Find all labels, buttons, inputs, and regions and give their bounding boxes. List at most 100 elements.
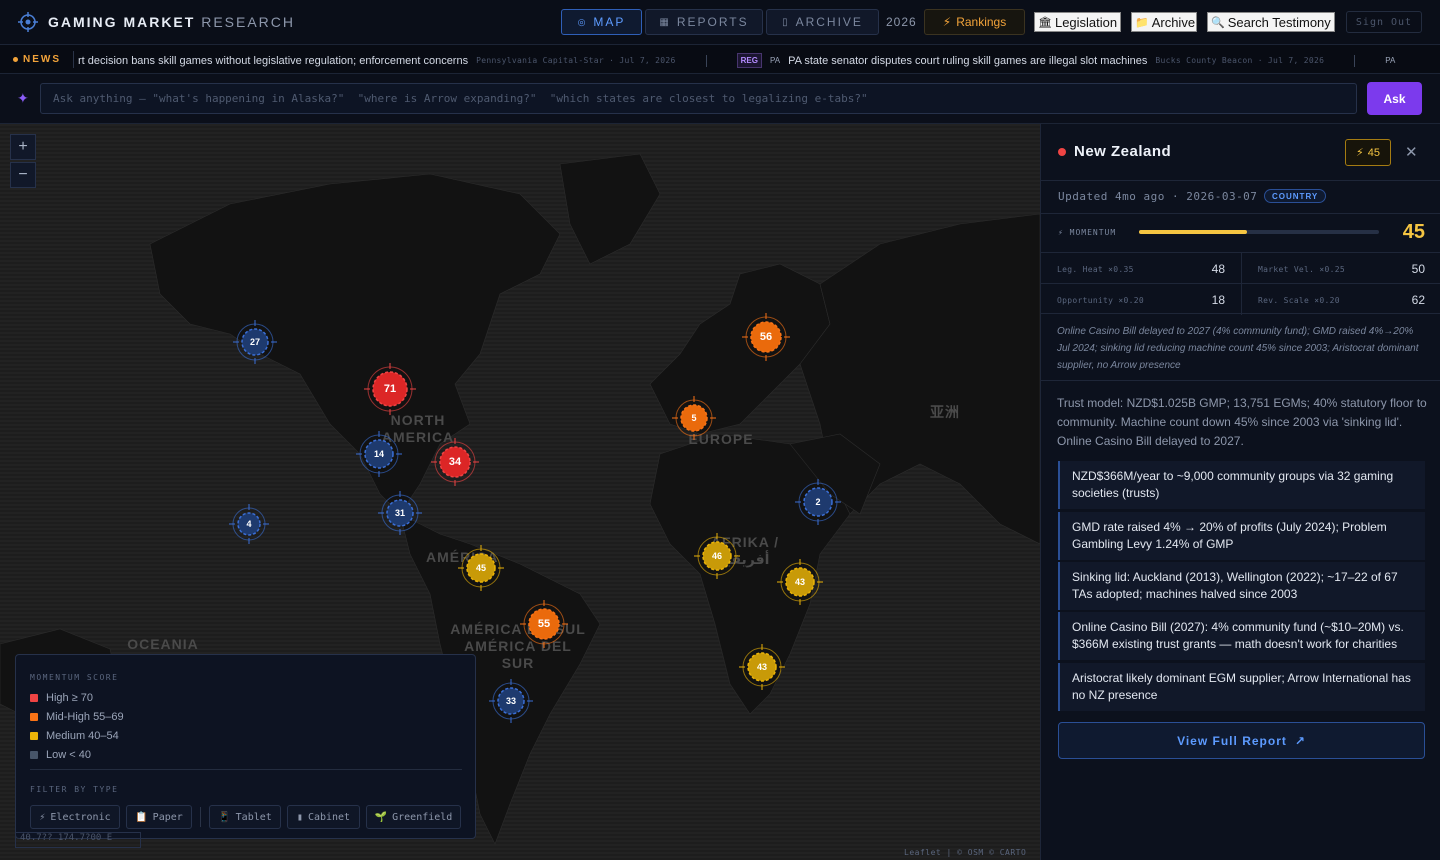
marker-score: 27 <box>249 337 260 347</box>
filter-greenfield-button[interactable]: 🌱 Greenfield <box>366 805 461 829</box>
report-label: View Full Report <box>1177 733 1287 748</box>
updated-timestamp: Updated 4mo ago · 2026-03-07 <box>1058 190 1258 203</box>
legend-label: High ≥ 70 <box>46 692 94 704</box>
legend-label: Low < 40 <box>46 749 91 761</box>
filter-cabinet-button[interactable]: ▮ Cabinet <box>287 805 360 829</box>
nav-map-button[interactable]: ◎ MAP <box>561 9 642 35</box>
map-marker-low[interactable]: 4 <box>229 504 269 544</box>
sparkle-icon: ✦ <box>17 90 29 106</box>
map-marker-midhigh[interactable]: 55 <box>520 600 568 648</box>
legend-item-low: Low < 40 <box>30 749 91 761</box>
divider <box>1041 213 1440 214</box>
map-attribution[interactable]: Leaflet | © OSM © CARTO <box>904 848 1026 857</box>
filter-tablet-button[interactable]: 📱 Tablet <box>209 805 281 829</box>
clipboard-icon: 📋 <box>135 811 148 823</box>
marker-score: 71 <box>383 383 397 395</box>
marker-score: 31 <box>394 508 405 518</box>
region-label-asia: 亚洲 <box>930 404 960 420</box>
marker-score: 4 <box>246 519 252 529</box>
metric-value: 62 <box>1411 293 1425 307</box>
map-marker-low[interactable]: 31 <box>378 491 422 535</box>
lightning-icon: ⚡ <box>1356 147 1364 159</box>
fact-item: Online Casino Bill (2027): 4% community … <box>1058 612 1425 660</box>
metric-label: Leg. Heat ×0.35 <box>1057 265 1134 274</box>
marker-score: 5 <box>691 413 697 423</box>
view-full-report-button[interactable]: View Full Report ↗ <box>1058 722 1425 759</box>
legislation-button[interactable]: 🏛 Legislation <box>1034 12 1121 32</box>
map-marker-low[interactable]: 2 <box>795 479 841 525</box>
filter-label: Greenfield <box>392 811 453 823</box>
filter-electronic-button[interactable]: ⚡ Electronic <box>30 805 120 829</box>
map-marker-low[interactable]: 33 <box>489 679 533 723</box>
news-source: Bucks County Beacon · Jul 7, 2026 <box>1155 56 1325 65</box>
filter-label: Paper <box>152 811 183 823</box>
zoom-in-button[interactable]: + <box>10 134 36 160</box>
metric-opportunity: Opportunity ×0.20 18 <box>1041 284 1241 315</box>
sign-out-button[interactable]: Sign Out <box>1346 11 1422 33</box>
map-marker-low[interactable]: 27 <box>233 320 277 364</box>
map-marker-medium[interactable]: 43 <box>777 559 823 605</box>
search-testimony-button[interactable]: 🔍 Search Testimony <box>1207 12 1335 32</box>
bank-icon: 🏛 <box>1038 16 1052 29</box>
brand-sub: RESEARCH <box>201 14 296 30</box>
zoom-out-button[interactable]: − <box>10 162 36 188</box>
map-marker-midhigh[interactable]: 5 <box>672 396 716 440</box>
fact-item: NZD$366M/year to ~9,000 community groups… <box>1058 461 1425 509</box>
legislation-label: Legislation <box>1054 14 1118 30</box>
nav-reports-label: REPORTS <box>676 15 749 29</box>
metric-value: 48 <box>1211 262 1225 276</box>
news-ticker: NEWS rt decision bans skill games withou… <box>0 45 1440 74</box>
live-dot-icon <box>13 57 18 62</box>
map-marker-midhigh[interactable]: 56 <box>742 313 790 361</box>
state-code: PA <box>769 56 781 65</box>
close-icon[interactable]: ✕ <box>1405 143 1418 161</box>
archive-button[interactable]: 📁 Archive <box>1131 12 1197 32</box>
news-headline[interactable]: PA state senator disputes court ruling s… <box>788 55 1147 67</box>
detail-panel: New Zealand ⚡ 45 ✕ Updated 4mo ago · 202… <box>1040 124 1440 860</box>
news-headline[interactable]: rt decision bans skill games without leg… <box>78 55 468 67</box>
filter-label: Tablet <box>235 811 272 823</box>
brand-main: GAMING MARKET <box>48 14 196 30</box>
map-marker-medium[interactable]: 46 <box>694 533 740 579</box>
map-marker-low[interactable]: 14 <box>356 431 402 477</box>
filter-label: Cabinet <box>307 811 351 823</box>
search-icon: 🔍 <box>1211 16 1225 29</box>
metric-market-vel: Market Vel. ×0.25 50 <box>1241 253 1440 284</box>
world-map[interactable]: + − NORTH AMERICA EUROPE AFRIKA / أفريقي… <box>0 124 1040 860</box>
type-badge: COUNTRY <box>1264 189 1327 203</box>
year-selector[interactable]: 2026 <box>886 15 917 29</box>
nav-reports-button[interactable]: ▦ REPORTS <box>645 9 763 35</box>
ask-input[interactable] <box>40 83 1357 114</box>
marker-score: 2 <box>815 497 821 507</box>
cabinet-icon: ▮ <box>296 811 303 823</box>
marker-score: 45 <box>475 563 486 573</box>
map-marker-high[interactable]: 34 <box>431 438 479 486</box>
metric-value: 50 <box>1411 262 1425 276</box>
filter-paper-button[interactable]: 📋 Paper <box>126 805 192 829</box>
metric-label: Market Vel. ×0.25 <box>1258 265 1345 274</box>
nav-archive-button[interactable]: ▯ ARCHIVE <box>766 9 879 35</box>
seedling-icon: 🌱 <box>374 811 388 823</box>
metric-value: 18 <box>1211 293 1225 307</box>
description-text: Trust model: NZD$1.025B GMP; 13,751 EGMs… <box>1057 396 1427 448</box>
map-marker-medium[interactable]: 45 <box>458 545 504 591</box>
news-headline[interactable]: PA <box>1385 56 1395 65</box>
nav-map-label: MAP <box>593 15 626 29</box>
news-label: NEWS <box>23 54 61 65</box>
rankings-button[interactable]: ⚡ Rankings <box>924 9 1025 35</box>
divider <box>1354 54 1356 67</box>
map-marker-medium[interactable]: 43 <box>739 644 785 690</box>
legend-label: Medium 40–54 <box>46 730 119 742</box>
swatch-high <box>30 694 38 702</box>
ask-button[interactable]: Ask <box>1367 82 1422 115</box>
legend-panel: MOMENTUM SCORE High ≥ 70 Mid-High 55–69 … <box>15 654 476 839</box>
brand-title[interactable]: GAMING MARKET RESEARCH <box>48 14 295 30</box>
marker-score: 34 <box>448 456 462 468</box>
reports-icon: ▦ <box>659 16 671 28</box>
legend-item-medium: Medium 40–54 <box>30 730 119 742</box>
map-marker-high[interactable]: 71 <box>364 363 416 415</box>
momentum-bar <box>1139 230 1379 234</box>
score-value: 45 <box>1367 146 1380 159</box>
fact-item: Sinking lid: Auckland (2013), Wellington… <box>1058 562 1425 610</box>
score-badge: ⚡ 45 <box>1345 139 1391 166</box>
